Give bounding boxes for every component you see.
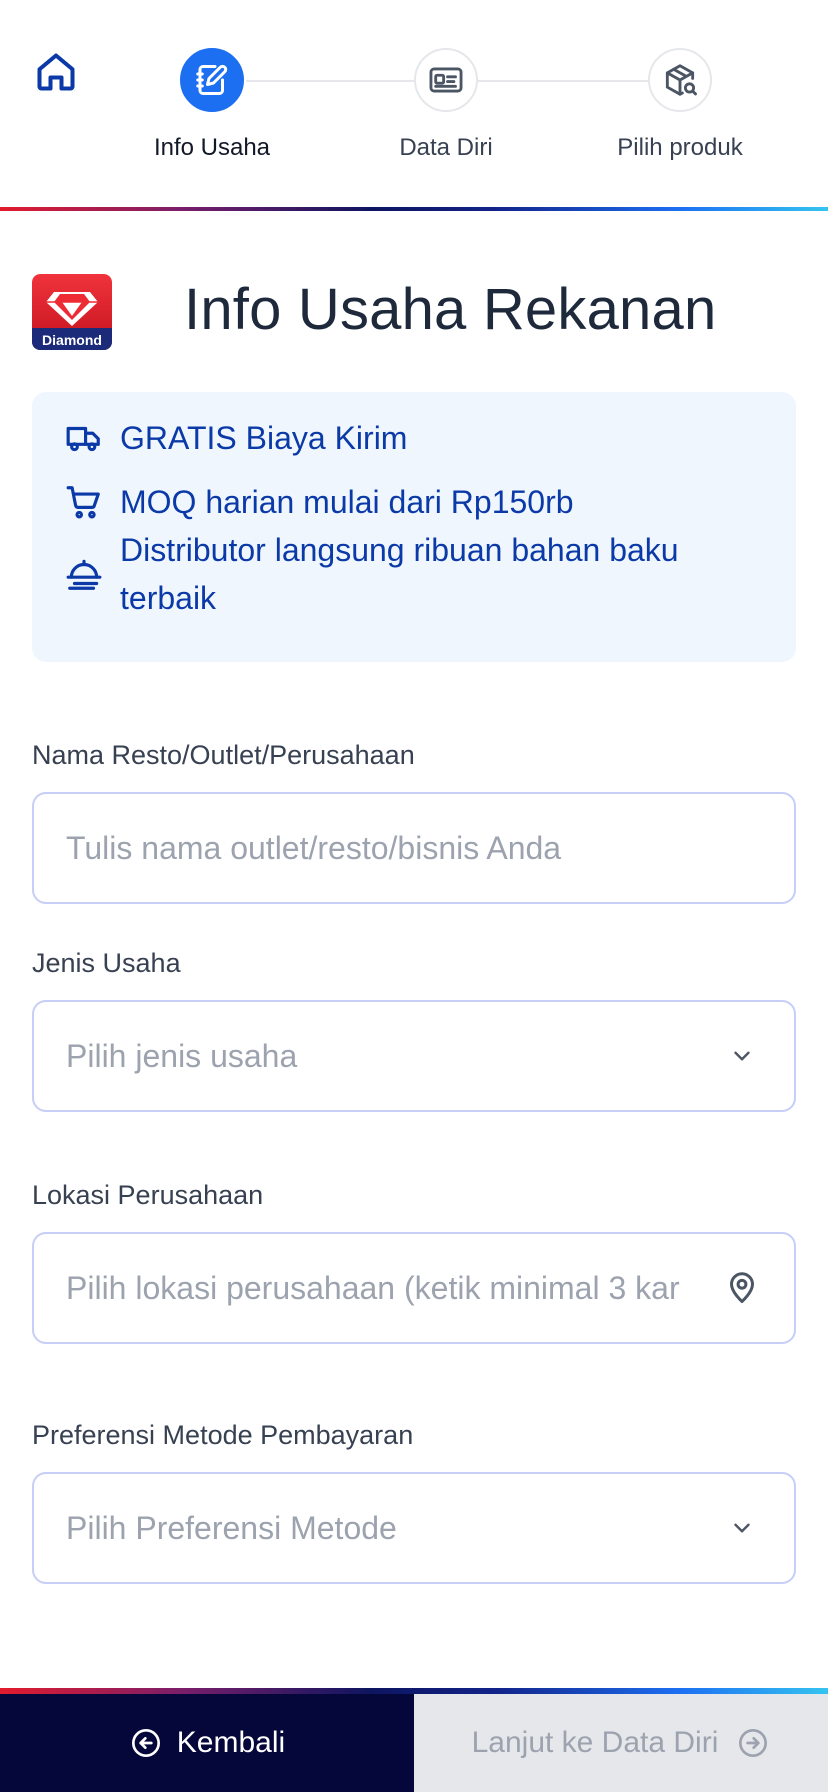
payment-pref-select[interactable]: Pilih Preferensi Metode [32, 1472, 796, 1584]
chevron-down-icon [722, 1508, 762, 1548]
arrow-right-circle-icon [736, 1726, 770, 1760]
benefit-item: Distributor langsung ribuan bahan baku t… [64, 526, 679, 622]
business-type-label: Jenis Usaha [32, 948, 181, 978]
step-label: Pilih produk [617, 134, 743, 161]
map-pin-icon[interactable] [722, 1268, 762, 1308]
step-data-diri[interactable]: Data Diri [346, 48, 546, 162]
benefits-panel: GRATIS Biaya Kirim MOQ harian mulai dari… [32, 392, 796, 662]
arrow-left-circle-icon [129, 1726, 163, 1760]
cart-icon [64, 482, 104, 522]
page-title: Info Usaha Rekanan [184, 277, 717, 342]
benefit-text: MOQ harian mulai dari Rp150rb [120, 484, 574, 520]
business-name-field[interactable] [32, 792, 796, 904]
step-pilih-produk[interactable]: Pilih produk [580, 48, 780, 162]
chevron-down-icon [722, 1036, 762, 1076]
next-button[interactable]: Lanjut ke Data Diri [414, 1694, 828, 1792]
step-circle [414, 48, 478, 112]
next-button-label: Lanjut ke Data Diri [471, 1726, 719, 1759]
step-circle [648, 48, 712, 112]
info-usaha-page: Info Usaha Data Diri Pilih produk Diamon… [0, 0, 828, 1792]
logo-text: Diamond [42, 332, 102, 348]
food-cloche-icon [64, 554, 104, 594]
footer-actions: Kembali Lanjut ke Data Diri [0, 1694, 828, 1792]
business-name-input[interactable] [66, 829, 762, 867]
notebook-edit-icon [196, 64, 228, 95]
step-label: Data Diri [399, 134, 493, 161]
payment-pref-placeholder: Pilih Preferensi Metode [66, 1509, 397, 1546]
stepper: Info Usaha Data Diri Pilih produk [0, 0, 828, 200]
location-field[interactable]: Pilih lokasi perusahaan (ketik minimal 3… [32, 1232, 796, 1344]
business-type-select[interactable]: Pilih jenis usaha [32, 1000, 796, 1112]
step-label: Info Usaha [153, 134, 271, 161]
id-card-icon [429, 67, 463, 93]
step-info-usaha[interactable]: Info Usaha [112, 48, 312, 162]
package-search-icon [665, 64, 697, 96]
location-label: Lokasi Perusahaan [32, 1180, 264, 1210]
business-type-placeholder: Pilih jenis usaha [66, 1037, 298, 1074]
payment-pref-label: Preferensi Metode Pembayaran [32, 1420, 414, 1450]
truck-icon [64, 418, 104, 458]
home-icon [37, 53, 75, 91]
back-button-label: Kembali [176, 1726, 286, 1759]
brand-gradient-divider [0, 207, 828, 211]
home-button[interactable] [32, 48, 80, 96]
diamond-logo: Diamond [32, 274, 112, 350]
back-button[interactable]: Kembali [0, 1694, 414, 1792]
benefit-text: GRATIS Biaya Kirim [120, 420, 408, 456]
location-placeholder: Pilih lokasi perusahaan (ketik minimal 3… [66, 1269, 680, 1306]
benefit-item: MOQ harian mulai dari Rp150rb [64, 478, 574, 526]
benefit-text: Distributor langsung ribuan bahan baku t… [120, 532, 679, 616]
benefit-item: GRATIS Biaya Kirim [64, 414, 407, 462]
step-circle [180, 48, 244, 112]
business-name-label: Nama Resto/Outlet/Perusahaan [32, 740, 415, 770]
